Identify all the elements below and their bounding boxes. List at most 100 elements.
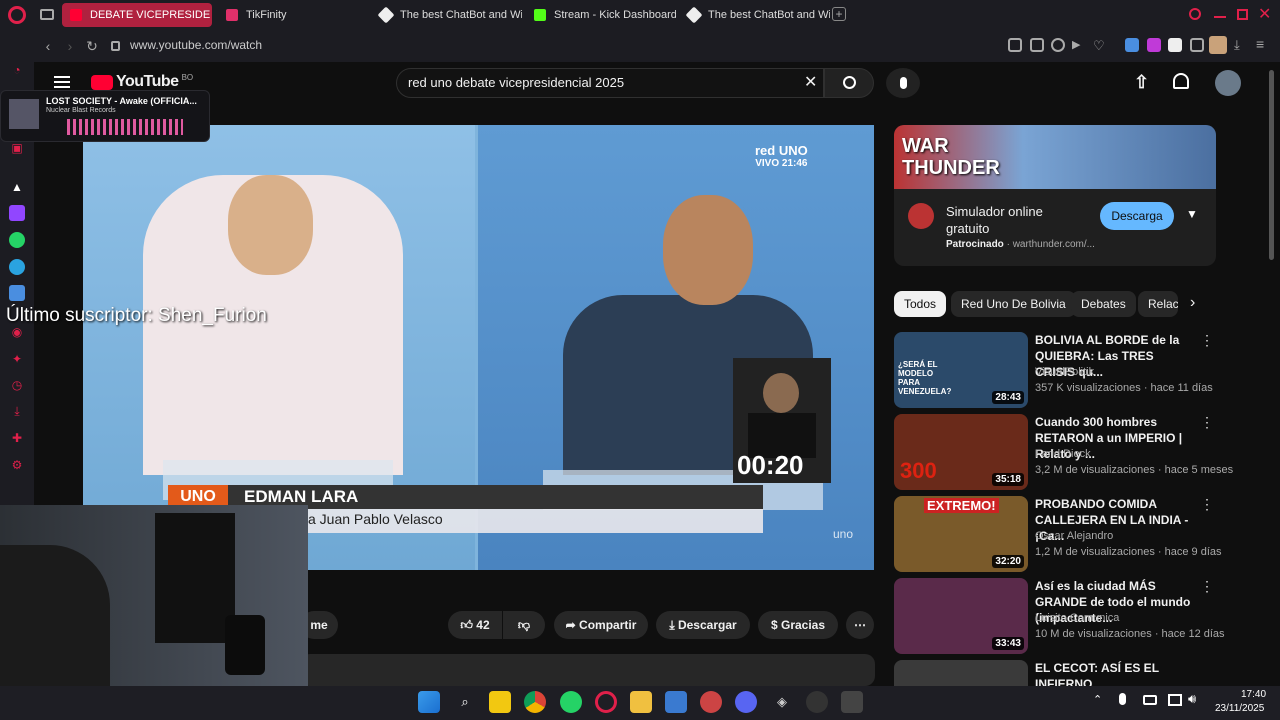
url-field[interactable]: www.youtube.com/watch (130, 38, 262, 52)
telegram-icon[interactable] (9, 259, 25, 275)
twitch-icon[interactable] (9, 205, 25, 221)
whatsapp-taskbar-icon[interactable] (560, 691, 582, 713)
thanks-button[interactable]: $ Gracias (758, 611, 838, 639)
chip-related[interactable]: Relac (1138, 291, 1178, 317)
maximize-icon[interactable] (1237, 9, 1248, 20)
network-icon[interactable] (1168, 694, 1182, 706)
reload-icon[interactable]: ↻ (82, 36, 102, 56)
youtube-logo[interactable]: YouTube BO (91, 73, 193, 91)
notes-icon[interactable] (9, 285, 25, 301)
clock-time[interactable]: 17:40 (1241, 689, 1266, 700)
list-item[interactable]: EXTREMO! 32:20 PROBANDO COMIDA CALLEJERA… (894, 496, 1222, 572)
more-vertical-icon[interactable]: ⋮ (1200, 414, 1214, 431)
streaming-app-icon[interactable] (841, 691, 863, 713)
extensions-puzzle-icon[interactable] (1190, 38, 1204, 52)
snapshot-icon[interactable] (1030, 38, 1044, 52)
video-thumbnail[interactable]: 300 35:18 (894, 414, 1028, 490)
tab-chatbot-2[interactable]: The best ChatBot and Wi (680, 3, 830, 27)
list-item[interactable]: ¿SERÁ EL MODELO PARA VENEZUELA? 28:43 BO… (894, 332, 1214, 408)
chip-debates[interactable]: Debates (1071, 291, 1136, 317)
history-icon[interactable]: ◷ (9, 377, 25, 393)
tab-overview-icon[interactable] (40, 9, 54, 20)
keyboard-icon[interactable] (1143, 695, 1157, 705)
chip-todos[interactable]: Todos (894, 291, 947, 317)
tab-tikfinity[interactable]: TikFinity (218, 3, 366, 27)
clock-date[interactable]: 23/11/2025 (1215, 703, 1264, 714)
channel-name[interactable]: Luisito Comunica (1035, 612, 1119, 624)
upload-icon[interactable]: ⇧ (1134, 72, 1149, 93)
chips-next-chevron-icon[interactable]: › (1190, 294, 1195, 312)
whatsapp-icon[interactable] (9, 232, 25, 248)
speed-dial-icon[interactable]: ◔ (9, 62, 25, 78)
volume-icon[interactable]: 🔊︎ (1188, 691, 1196, 707)
search-taskbar-icon[interactable]: ⌕ (454, 691, 476, 713)
play-icon[interactable]: ▶ (1072, 38, 1086, 52)
video-title[interactable]: EL CECOT: ASÍ ES EL INFIERNO (1035, 660, 1197, 686)
profile-avatar[interactable] (1209, 36, 1227, 54)
extension-1-icon[interactable] (1125, 38, 1139, 52)
windows-start-icon[interactable] (418, 691, 440, 713)
tray-chevron-icon[interactable]: ⌃ (1093, 693, 1102, 706)
video-thumbnail[interactable]: ¿SERÁ EL MODELO PARA VENEZUELA? 28:43 (894, 332, 1028, 408)
tab-chatbot-1[interactable]: The best ChatBot and Wi (372, 3, 522, 27)
clear-search-icon[interactable]: ✕ (804, 72, 817, 92)
more-vertical-icon[interactable]: ⋮ (1200, 660, 1204, 677)
minimize-icon[interactable] (1214, 16, 1226, 18)
voice-search-button[interactable] (886, 68, 920, 98)
settings-icon[interactable]: ⚙ (9, 457, 25, 473)
tab-kick-dashboard[interactable]: Stream - Kick Dashboard (526, 3, 676, 27)
video-thumbnail[interactable] (894, 660, 1028, 686)
ai-taskbar-icon[interactable]: ◈ (771, 691, 793, 713)
ad-cta-button[interactable]: Descarga (1100, 202, 1174, 230)
more-vertical-icon[interactable]: ⋮ (1200, 578, 1214, 595)
like-button[interactable]: 👍︎ 42 (448, 611, 502, 639)
account-avatar[interactable] (1215, 70, 1241, 96)
video-player[interactable]: red UNO VIVO 21:46 00:20 UNO EDMAN LARA … (83, 125, 874, 570)
shield-icon[interactable] (1051, 38, 1065, 52)
chip-red-uno[interactable]: Red Uno De Bolivia (951, 291, 1076, 317)
more-actions-button[interactable]: ⋯ (846, 611, 874, 639)
list-item[interactable]: 300 35:18 Cuando 300 hombres RETARON a u… (894, 414, 1233, 490)
page-scrollbar[interactable] (1269, 70, 1274, 260)
heart-icon[interactable]: ♡ (1093, 38, 1107, 53)
channel-name[interactable]: VisualPolitik (1035, 366, 1094, 378)
share-button[interactable]: ➦ Compartir (554, 611, 648, 639)
ad-expand-chevron-icon[interactable]: ▼ (1186, 207, 1198, 221)
list-item[interactable]: 33:43 Así es la ciudad MÁS GRANDE de tod… (894, 578, 1225, 654)
extension-2-icon[interactable] (1147, 38, 1161, 52)
video-thumbnail[interactable]: 33:43 (894, 578, 1028, 654)
search-tabs-icon[interactable] (1189, 8, 1201, 20)
opera-taskbar-icon[interactable] (595, 691, 617, 713)
list-item[interactable]: EL CECOT: ASÍ ES EL INFIERNO ⋮ (894, 660, 1204, 686)
menu-icon[interactable]: ≡ (1256, 36, 1264, 52)
ad-card[interactable]: WAR THUNDER Simulador online gratuito Pa… (894, 125, 1216, 266)
obs-icon[interactable] (806, 691, 828, 713)
notifications-bell-icon[interactable] (1173, 73, 1189, 89)
more-vertical-icon[interactable]: ⋮ (1200, 496, 1214, 513)
chrome-icon[interactable] (524, 691, 546, 713)
channel-name[interactable]: Oscar Alejandro (1035, 530, 1113, 542)
sticky-notes-icon[interactable] (489, 691, 511, 713)
more-vertical-icon[interactable]: ⋮ (1200, 332, 1214, 349)
tray-mic-icon[interactable] (1119, 693, 1126, 705)
search-button[interactable] (824, 68, 874, 98)
description-box[interactable] (300, 654, 875, 686)
pin-board-icon[interactable]: ✦ (9, 351, 25, 367)
download-icon[interactable]: ⤓ (1234, 37, 1240, 53)
discord-icon[interactable] (735, 691, 757, 713)
opera-logo-icon[interactable] (8, 6, 26, 24)
file-explorer-icon[interactable] (630, 691, 652, 713)
download-button[interactable]: ⤓ Descargar (656, 611, 750, 639)
extensions-icon[interactable]: ✚ (9, 430, 25, 446)
close-window-icon[interactable]: ✕ (1258, 4, 1271, 24)
dislike-button[interactable]: 👎︎ (503, 611, 545, 639)
tab-debate[interactable]: DEBATE VICEPRESIDE (62, 3, 212, 27)
video-thumbnail[interactable]: EXTREMO! 32:20 (894, 496, 1028, 572)
app-icon[interactable] (700, 691, 722, 713)
back-icon[interactable]: ‹ (38, 36, 58, 56)
new-tab-plus-icon[interactable]: + (832, 7, 846, 21)
forward-icon[interactable]: › (60, 36, 80, 56)
extension-3-icon[interactable] (1168, 38, 1182, 52)
hamburger-menu-icon[interactable] (54, 76, 70, 88)
channel-name[interactable]: Farid Dieck (1035, 448, 1091, 460)
